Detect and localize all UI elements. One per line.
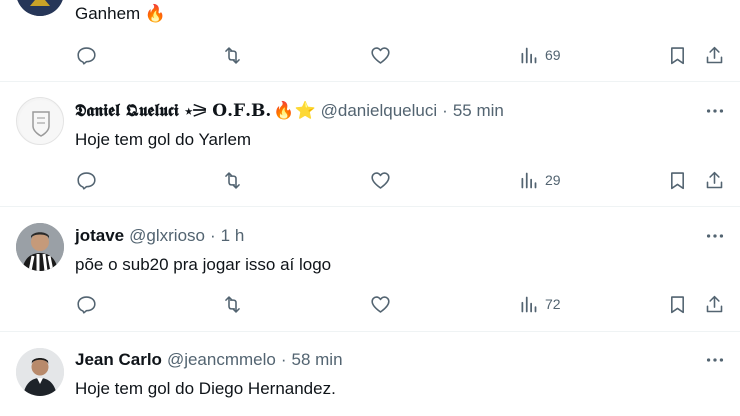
timestamp[interactable]: 58 min (292, 350, 343, 370)
timestamp[interactable]: 1 h (221, 226, 245, 246)
reply-button[interactable] (76, 168, 97, 192)
tweet[interactable]: 𝕯𝖆𝖓𝖎𝖊𝖑 𝕼𝖚𝖊𝖑𝖚𝖈𝖎 ⋆⚞ 𝐎.𝐅.𝐁. 🔥⭐ @danielquelu… (0, 82, 740, 207)
repost-icon (225, 46, 240, 64)
avatar-image (19, 100, 63, 144)
repost-button[interactable] (222, 168, 243, 192)
avatar[interactable] (16, 97, 64, 145)
views-button[interactable]: 72 (518, 292, 561, 316)
tweet-header: jotave @glxrioso · 1 h (75, 225, 244, 247)
display-name[interactable]: jotave (75, 226, 124, 246)
reply-icon (77, 171, 96, 190)
view-count: 69 (545, 47, 561, 63)
avatar-image (16, 348, 64, 396)
bookmark-button[interactable] (667, 168, 688, 192)
avatar[interactable] (16, 0, 64, 16)
more-options-icon[interactable] (704, 225, 726, 247)
like-button[interactable] (370, 43, 391, 67)
like-button[interactable] (370, 292, 391, 316)
avatar-image (16, 223, 64, 271)
heart-icon (371, 295, 390, 313)
share-icon (706, 46, 723, 63)
avatar[interactable] (16, 223, 64, 271)
more-options-icon[interactable] (704, 349, 726, 371)
tweet[interactable]: jotave @glxrioso · 1 h põe o sub20 pra j… (0, 207, 740, 332)
tweet[interactable]: Jean Carlo @jeancmmelo · 58 min Hoje tem… (0, 332, 740, 416)
analytics-icon (521, 172, 537, 188)
avatar[interactable] (16, 348, 64, 396)
bookmark-button[interactable] (667, 292, 688, 316)
reply-icon (77, 46, 96, 65)
tweet-header: Jean Carlo @jeancmmelo · 58 min (75, 349, 343, 371)
tweet[interactable]: Ganhem 🔥 69 (0, 0, 740, 82)
share-button[interactable] (704, 168, 725, 192)
separator-dot: · (442, 101, 448, 120)
views-button[interactable]: 29 (518, 168, 561, 192)
tweet-text: Hoje tem gol do Diego Hernandez. (75, 379, 336, 398)
user-handle[interactable]: @jeancmmelo (167, 350, 276, 370)
display-name[interactable]: Jean Carlo (75, 350, 162, 370)
view-count: 72 (545, 296, 561, 312)
display-name[interactable]: 𝕯𝖆𝖓𝖎𝖊𝖑 𝕼𝖚𝖊𝖑𝖚𝖈𝖎 ⋆⚞ 𝐎.𝐅.𝐁. (75, 101, 271, 121)
reply-button[interactable] (76, 43, 97, 67)
analytics-icon (521, 47, 537, 63)
views-button[interactable]: 69 (518, 43, 561, 67)
avatar-image (16, 0, 64, 16)
reply-icon (77, 295, 96, 314)
name-emojis: 🔥⭐ (273, 101, 316, 120)
separator-dot: · (209, 226, 216, 245)
repost-button[interactable] (222, 292, 243, 316)
more-options-icon[interactable] (704, 100, 726, 122)
repost-button[interactable] (222, 43, 243, 67)
share-icon (706, 171, 723, 188)
tweet-text: Ganhem 🔥 (75, 4, 167, 23)
repost-icon (225, 295, 240, 313)
reply-button[interactable] (76, 292, 97, 316)
heart-icon (371, 171, 390, 189)
bookmark-icon (671, 171, 684, 189)
share-icon (706, 295, 723, 312)
tweet-header: 𝕯𝖆𝖓𝖎𝖊𝖑 𝕼𝖚𝖊𝖑𝖚𝖈𝖎 ⋆⚞ 𝐎.𝐅.𝐁. 🔥⭐ @danielquelu… (75, 100, 504, 122)
share-button[interactable] (704, 43, 725, 67)
heart-icon (371, 46, 390, 64)
user-handle[interactable]: @glxrioso (129, 226, 205, 246)
like-button[interactable] (370, 168, 391, 192)
view-count: 29 (545, 172, 561, 188)
timestamp[interactable]: 55 min (453, 101, 504, 121)
bookmark-icon (671, 295, 684, 313)
user-handle[interactable]: @danielqueluci (321, 101, 438, 121)
tweet-text: Hoje tem gol do Yarlem (75, 130, 252, 149)
repost-icon (225, 171, 240, 189)
bookmark-button[interactable] (667, 43, 688, 67)
analytics-icon (521, 296, 537, 312)
bookmark-icon (671, 46, 684, 64)
tweet-text: põe o sub20 pra jogar isso aí logo (75, 255, 332, 274)
share-button[interactable] (704, 292, 725, 316)
separator-dot: · (280, 350, 287, 369)
